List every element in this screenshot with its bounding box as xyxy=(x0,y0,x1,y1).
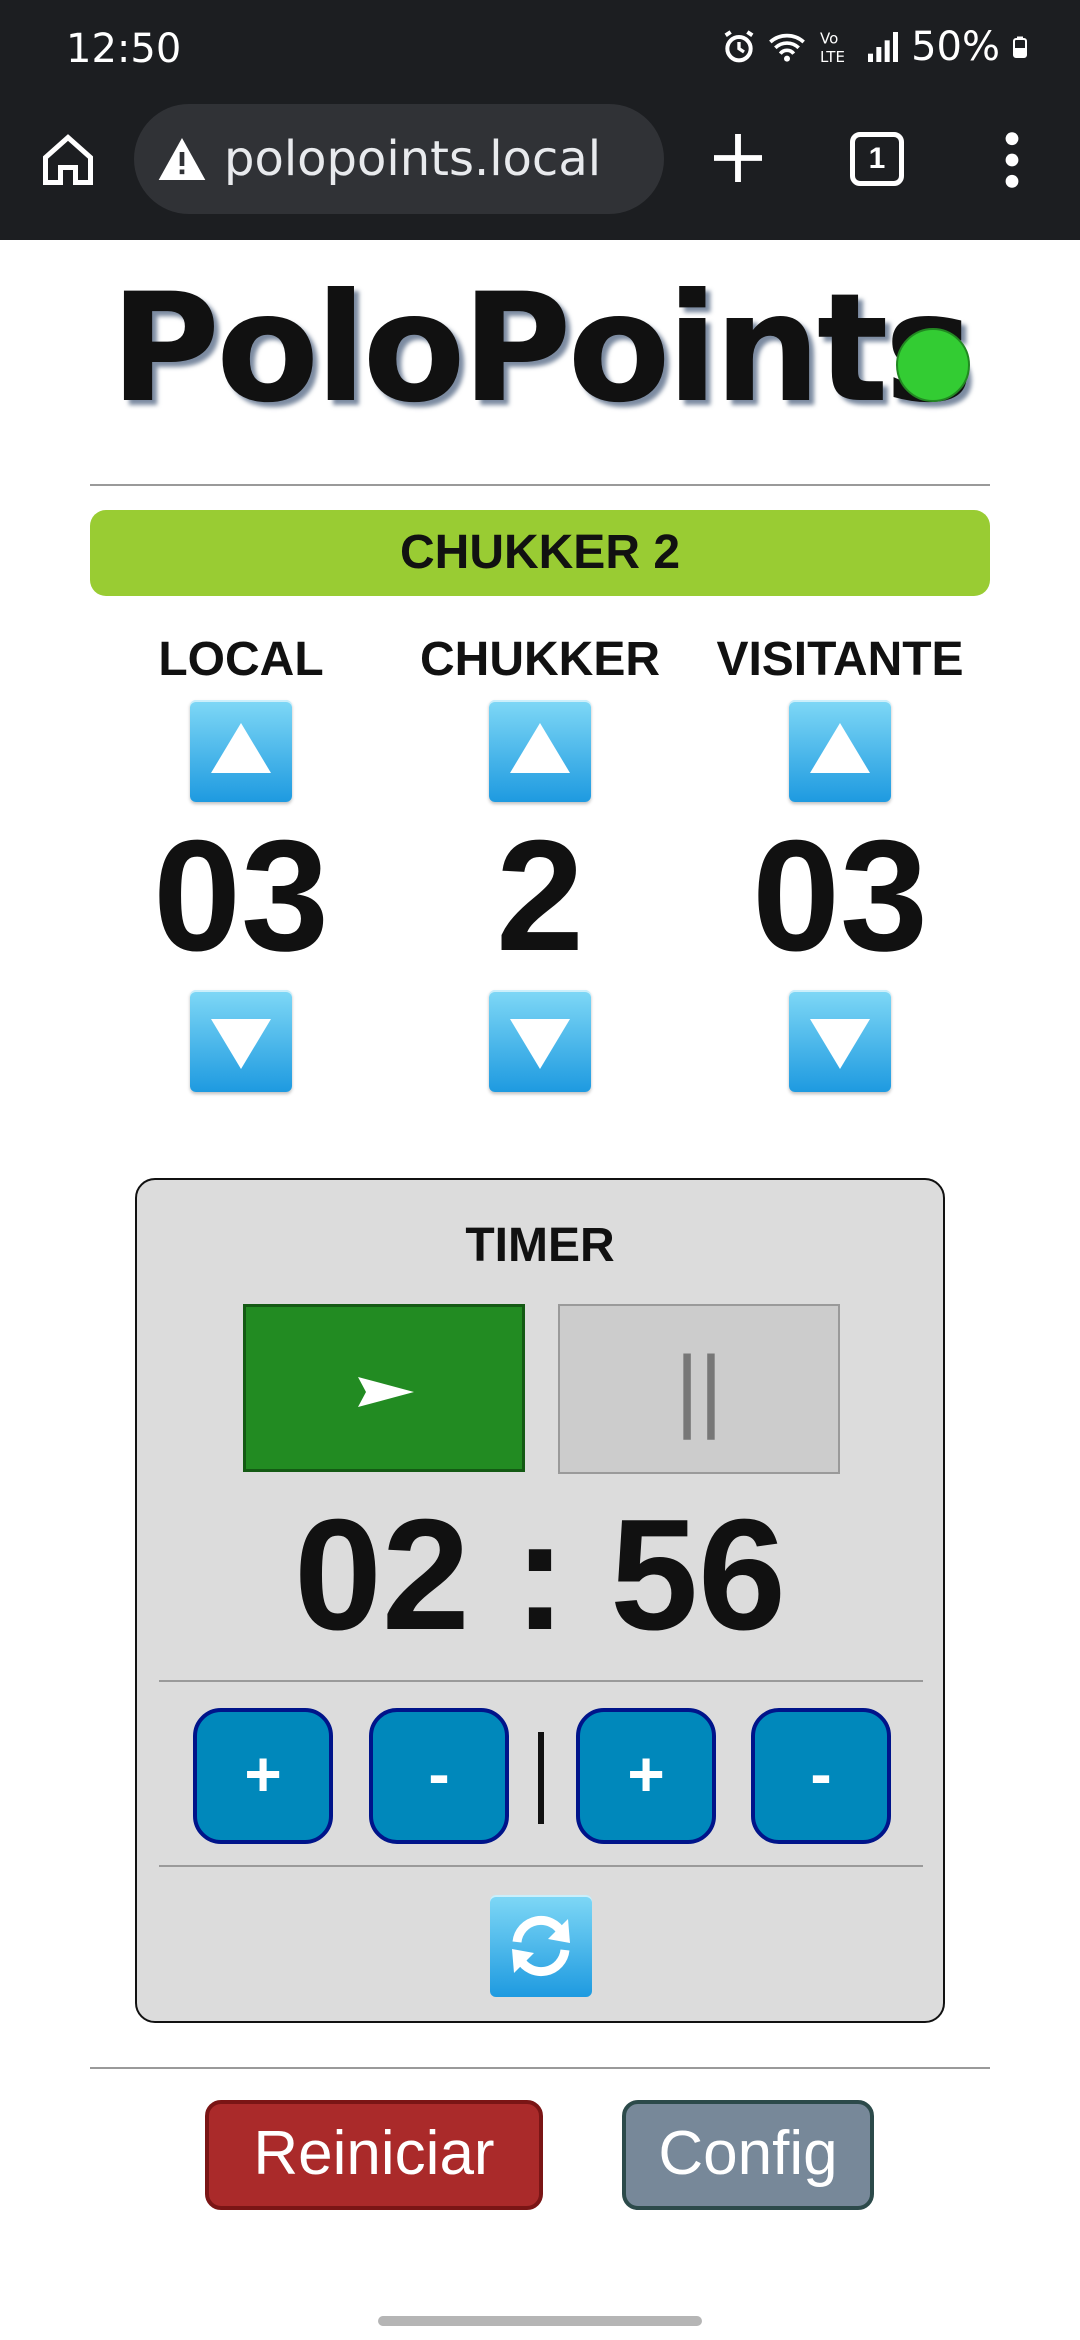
visitante-score-column: VISITANTE 03 xyxy=(690,620,990,1092)
chukker-value: 2 xyxy=(496,808,584,984)
local-label: LOCAL xyxy=(158,633,324,686)
status-bar: 12:50 Vo LTE 50% xyxy=(0,0,1080,100)
url-text[interactable]: polopoints.local xyxy=(224,131,601,187)
chukker-label: CHUKKER xyxy=(420,633,660,686)
chukker-increment-button[interactable] xyxy=(489,700,591,802)
volte-icon: VoLTE xyxy=(820,30,845,66)
timer-panel: TIMER || 02 : 56 + - + - xyxy=(135,1178,945,2023)
visitante-decrement-button[interactable] xyxy=(789,990,891,1092)
local-increment-button[interactable] xyxy=(190,700,292,802)
home-icon[interactable] xyxy=(38,130,98,190)
timer-divider-1 xyxy=(159,1680,923,1682)
visitante-score-value: 03 xyxy=(752,808,928,984)
visitante-label: VISITANTE xyxy=(716,633,964,686)
battery-icon xyxy=(1013,36,1027,58)
warning-icon[interactable] xyxy=(154,131,210,187)
reiniciar-button[interactable]: Reiniciar xyxy=(205,2100,543,2210)
config-button[interactable]: Config xyxy=(622,2100,874,2210)
divider-bottom xyxy=(90,2067,990,2069)
tab-switcher-icon[interactable]: 1 xyxy=(850,132,904,186)
play-icon xyxy=(358,1377,414,1407)
chukker-column: CHUKKER 2 xyxy=(390,620,690,1092)
refresh-icon xyxy=(512,1915,570,1977)
alarm-icon xyxy=(724,30,754,63)
browser-toolbar: polopoints.local 1 xyxy=(0,100,1080,240)
timer-label: TIMER xyxy=(465,1219,615,1272)
arrow-down-icon xyxy=(211,1019,271,1069)
wifi-icon xyxy=(769,33,805,62)
chukker-decrement-button[interactable] xyxy=(489,990,591,1092)
status-time: 12:50 xyxy=(66,26,182,72)
app-title-text: PoloPoints xyxy=(110,262,974,436)
arrow-down-icon xyxy=(810,1019,870,1069)
timer-minus-button-1[interactable]: - xyxy=(369,1708,509,1844)
new-tab-icon[interactable] xyxy=(706,126,770,190)
timer-play-button[interactable] xyxy=(243,1304,525,1472)
svg-text:Vo: Vo xyxy=(820,30,838,48)
timer-pause-button[interactable]: || xyxy=(558,1304,840,1474)
arrow-up-icon xyxy=(810,723,870,773)
timer-divider-2 xyxy=(159,1865,923,1867)
timer-minus-button-2[interactable]: - xyxy=(751,1708,891,1844)
gesture-bar[interactable] xyxy=(378,2316,702,2326)
timer-display: 02 : 56 xyxy=(294,1487,786,1663)
browser-chrome: 12:50 Vo LTE 50% polopoints.local 1 xyxy=(0,0,1080,240)
timer-reset-button[interactable] xyxy=(490,1895,592,1997)
local-score-column: LOCAL 03 xyxy=(91,620,391,1092)
address-bar[interactable]: polopoints.local xyxy=(134,104,664,214)
more-menu-icon[interactable] xyxy=(996,128,1028,192)
local-decrement-button[interactable] xyxy=(190,990,292,1092)
timer-adjust-separator xyxy=(538,1732,544,1824)
timer-plus-button-1[interactable]: + xyxy=(193,1708,333,1844)
local-score-value: 03 xyxy=(153,808,329,984)
arrow-up-icon xyxy=(211,723,271,773)
visitante-increment-button[interactable] xyxy=(789,700,891,802)
divider-top xyxy=(90,484,990,486)
arrow-down-icon xyxy=(510,1019,570,1069)
battery-percent: 50% xyxy=(911,24,1000,70)
arrow-up-icon xyxy=(510,723,570,773)
svg-text:LTE: LTE xyxy=(820,48,845,66)
connection-status-dot xyxy=(896,328,970,402)
timer-plus-button-2[interactable]: + xyxy=(576,1708,716,1844)
status-icons: Vo LTE 50% xyxy=(719,24,1032,70)
signal-icon xyxy=(868,32,899,62)
chukker-banner: CHUKKER 2 xyxy=(90,510,990,596)
